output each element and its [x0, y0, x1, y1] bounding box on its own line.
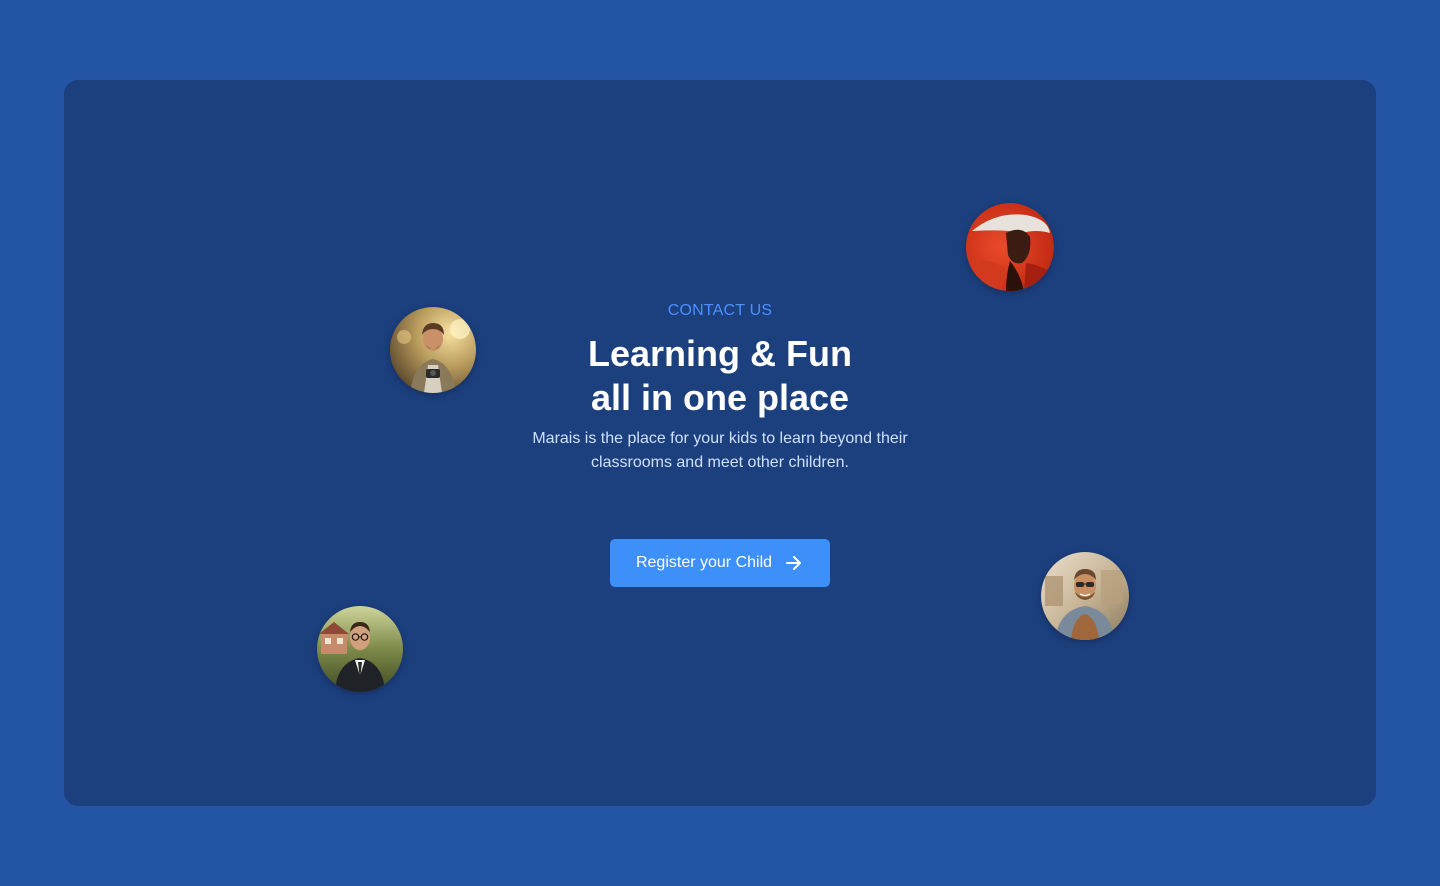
hero-description: Marais is the place for your kids to lea…	[532, 430, 908, 471]
arrow-right-icon	[784, 553, 804, 573]
headline-line-2: all in one place	[590, 377, 850, 418]
page-title: Learning & Fun all in one place	[64, 332, 1376, 420]
avatar-red-hat	[966, 203, 1054, 291]
hero-content: CONTACT US Learning & Fun all in one pla…	[64, 80, 1376, 806]
avatar-sunglasses	[1041, 552, 1129, 640]
headline-line-1: Learning & Fun	[588, 333, 852, 374]
hero-card: CONTACT US Learning & Fun all in one pla…	[64, 80, 1376, 806]
avatar-suit	[317, 606, 403, 692]
eyebrow-label: CONTACT US	[667, 302, 773, 319]
register-child-button[interactable]: Register your Child	[610, 539, 830, 587]
avatar-photographer	[390, 307, 476, 393]
register-child-label: Register your Child	[635, 554, 773, 571]
